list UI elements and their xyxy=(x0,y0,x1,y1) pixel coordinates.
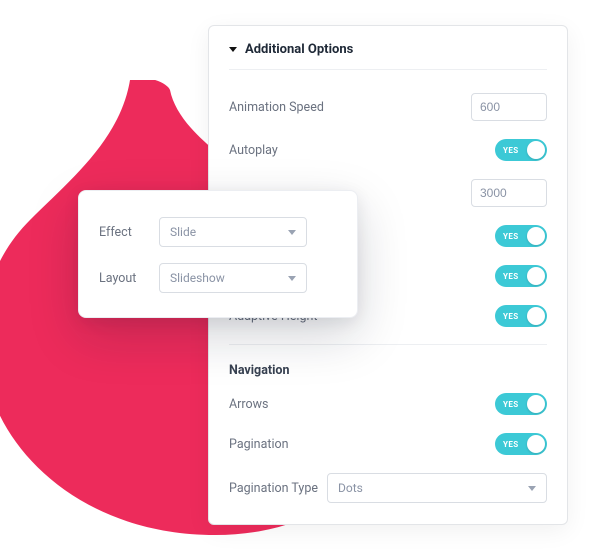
arrows-label: Arrows xyxy=(229,397,268,412)
hidden-toggle-1[interactable]: YES xyxy=(495,225,547,247)
section-title: Additional Options xyxy=(245,42,353,57)
autoplay-delay-input[interactable] xyxy=(471,179,547,207)
animation-speed-row: Animation Speed xyxy=(229,84,547,130)
toggle-state-text: YES xyxy=(503,272,519,281)
divider xyxy=(229,344,547,345)
pagination-label: Pagination xyxy=(229,437,289,452)
autoplay-label: Autoplay xyxy=(229,143,278,158)
caret-down-icon xyxy=(229,47,237,52)
pagination-type-label: Pagination Type xyxy=(229,481,318,496)
effect-row: Effect Slide xyxy=(99,209,337,255)
hidden-toggle-2[interactable]: YES xyxy=(495,265,547,287)
toggle-knob xyxy=(527,267,545,285)
select-value: Slide xyxy=(170,225,196,239)
toggle-knob xyxy=(527,307,545,325)
animation-speed-input[interactable] xyxy=(471,93,547,121)
toggle-knob xyxy=(527,141,545,159)
toggle-state-text: YES xyxy=(503,440,519,449)
chevron-down-icon xyxy=(288,276,296,281)
toggle-knob xyxy=(527,395,545,413)
autoplay-row: Autoplay YES xyxy=(229,130,547,170)
layout-select[interactable]: Slideshow xyxy=(159,263,307,293)
pagination-row: Pagination YES xyxy=(229,424,547,464)
layout-row: Layout Slideshow xyxy=(99,255,337,301)
floating-effect-panel: Effect Slide Layout Slideshow xyxy=(78,190,358,318)
arrows-toggle[interactable]: YES xyxy=(495,393,547,415)
pagination-type-row: Pagination Type Dots xyxy=(229,464,547,512)
arrows-row: Arrows YES xyxy=(229,384,547,424)
effect-select[interactable]: Slide xyxy=(159,217,307,247)
navigation-header: Navigation xyxy=(229,349,547,384)
adaptive-height-toggle[interactable]: YES xyxy=(495,305,547,327)
chevron-down-icon xyxy=(528,486,536,491)
autoplay-toggle[interactable]: YES xyxy=(495,139,547,161)
toggle-state-text: YES xyxy=(503,146,519,155)
select-value: Dots xyxy=(338,481,363,495)
select-value: Slideshow xyxy=(170,271,225,285)
pagination-type-select[interactable]: Dots xyxy=(327,473,547,503)
chevron-down-icon xyxy=(288,230,296,235)
pagination-toggle[interactable]: YES xyxy=(495,433,547,455)
layout-label: Layout xyxy=(99,271,159,286)
animation-speed-label: Animation Speed xyxy=(229,100,324,115)
toggle-knob xyxy=(527,227,545,245)
toggle-state-text: YES xyxy=(503,312,519,321)
toggle-state-text: YES xyxy=(503,232,519,241)
toggle-state-text: YES xyxy=(503,400,519,409)
section-header[interactable]: Additional Options xyxy=(229,42,547,70)
toggle-knob xyxy=(527,435,545,453)
effect-label: Effect xyxy=(99,225,159,240)
